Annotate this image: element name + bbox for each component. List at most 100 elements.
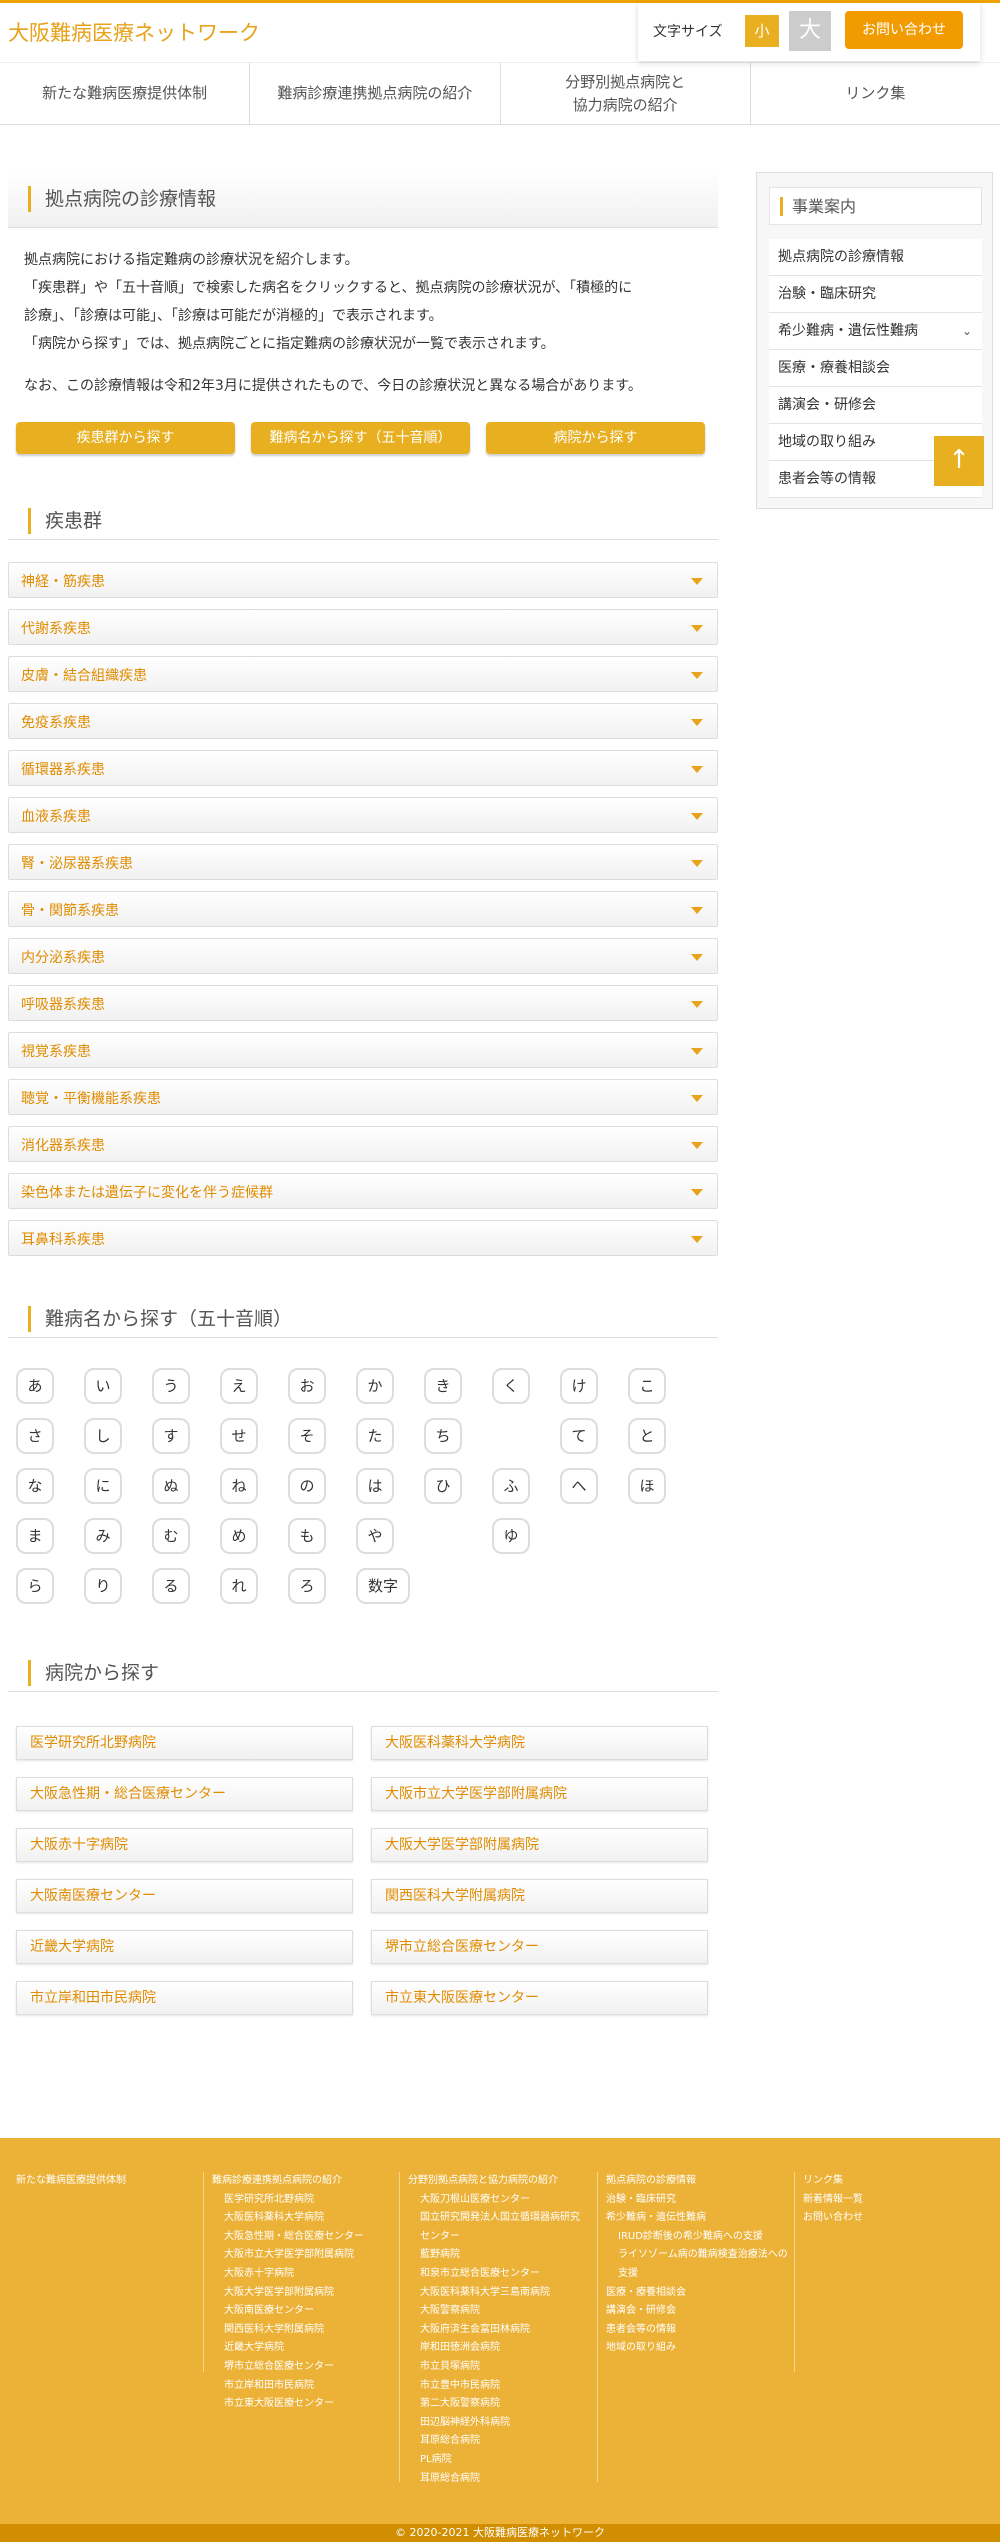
nav-item-field-hospitals[interactable]: 分野別拠点病院と 協力病院の紹介 bbox=[501, 63, 751, 124]
kana-button[interactable]: い bbox=[84, 1368, 122, 1404]
font-size-small-button[interactable]: 小 bbox=[745, 15, 779, 47]
kana-button[interactable]: く bbox=[492, 1368, 530, 1404]
kana-button[interactable]: け bbox=[560, 1368, 598, 1404]
kana-button[interactable]: ら bbox=[16, 1568, 54, 1604]
kana-button[interactable]: そ bbox=[288, 1418, 326, 1454]
hospital-link[interactable]: 近畿大学病院 bbox=[16, 1930, 353, 1964]
kana-button[interactable]: に bbox=[84, 1468, 122, 1504]
contact-button[interactable]: お問い合わせ bbox=[845, 11, 963, 49]
footer-link[interactable]: リンク集 bbox=[803, 2172, 863, 2191]
footer-link[interactable]: 市立東大阪医療センター bbox=[212, 2395, 364, 2414]
disease-group-item[interactable]: 視覚系疾患 bbox=[8, 1032, 718, 1068]
search-by-name-button[interactable]: 難病名から探す（五十音順） bbox=[251, 422, 470, 454]
footer-link[interactable]: 市立豊中市民病院 bbox=[408, 2377, 580, 2396]
footer-link[interactable]: 新たな難病医療提供体制 bbox=[16, 2172, 126, 2191]
footer-link[interactable]: 大阪医科薬科大学三島南病院 bbox=[408, 2284, 580, 2303]
footer-link[interactable]: 国立研究開発法人国立循環器病研究 bbox=[408, 2209, 580, 2228]
kana-button[interactable]: や bbox=[356, 1518, 394, 1554]
footer-link[interactable]: 大阪府済生会富田林病院 bbox=[408, 2321, 580, 2340]
footer-link[interactable]: お問い合わせ bbox=[803, 2209, 863, 2228]
hospital-link[interactable]: 市立東大阪医療センター bbox=[371, 1981, 708, 2015]
font-size-large-button[interactable]: 大 bbox=[789, 11, 831, 51]
site-logo[interactable]: 大阪難病医療ネットワーク bbox=[8, 17, 260, 47]
footer-link[interactable]: 地域の取り組み bbox=[606, 2339, 796, 2358]
kana-button[interactable]: ふ bbox=[492, 1468, 530, 1504]
kana-button[interactable]: ゆ bbox=[492, 1518, 530, 1554]
kana-button[interactable]: め bbox=[220, 1518, 258, 1554]
kana-button[interactable]: ね bbox=[220, 1468, 258, 1504]
hospital-link[interactable]: 医学研究所北野病院 bbox=[16, 1726, 353, 1760]
kana-button[interactable]: 数字 bbox=[356, 1568, 410, 1604]
kana-button[interactable]: う bbox=[152, 1368, 190, 1404]
disease-group-item[interactable]: 内分泌系疾患 bbox=[8, 938, 718, 974]
footer-link[interactable]: 治験・臨床研究 bbox=[606, 2191, 796, 2210]
footer-link[interactable]: 拠点病院の診療情報 bbox=[606, 2172, 796, 2191]
sidebar-item-clinical-info[interactable]: 拠点病院の診療情報 bbox=[769, 239, 982, 276]
kana-button[interactable]: も bbox=[288, 1518, 326, 1554]
search-by-disease-group-button[interactable]: 疾患群から探す bbox=[16, 422, 235, 454]
footer-link[interactable]: 大阪大学医学部附属病院 bbox=[212, 2284, 364, 2303]
disease-group-item[interactable]: 免疫系疾患 bbox=[8, 703, 718, 739]
sidebar-item-consultation[interactable]: 医療・療養相談会 bbox=[769, 350, 982, 387]
kana-button[interactable]: ま bbox=[16, 1518, 54, 1554]
kana-button[interactable]: な bbox=[16, 1468, 54, 1504]
hospital-link[interactable]: 大阪急性期・総合医療センター bbox=[16, 1777, 353, 1811]
kana-button[interactable]: し bbox=[84, 1418, 122, 1454]
footer-link[interactable]: IRUD診断後の希少難病への支援 bbox=[606, 2228, 796, 2247]
kana-button[interactable]: へ bbox=[560, 1468, 598, 1504]
kana-button[interactable]: て bbox=[560, 1418, 598, 1454]
hospital-link[interactable]: 大阪市立大学医学部附属病院 bbox=[371, 1777, 708, 1811]
search-by-hospital-button[interactable]: 病院から探す bbox=[486, 422, 705, 454]
footer-link[interactable]: 新着情報一覧 bbox=[803, 2191, 863, 2210]
footer-link[interactable]: 大阪市立大学医学部附属病院 bbox=[212, 2246, 364, 2265]
footer-heading-link[interactable]: 分野別拠点病院と協力病院の紹介 bbox=[408, 2172, 580, 2191]
kana-button[interactable]: お bbox=[288, 1368, 326, 1404]
kana-button[interactable]: は bbox=[356, 1468, 394, 1504]
hospital-link[interactable]: 市立岸和田市民病院 bbox=[16, 1981, 353, 2015]
disease-group-item[interactable]: 循環器系疾患 bbox=[8, 750, 718, 786]
nav-item-new-system[interactable]: 新たな難病医療提供体制 bbox=[0, 63, 251, 124]
footer-link[interactable]: 市立岸和田市民病院 bbox=[212, 2377, 364, 2396]
footer-link[interactable]: 患者会等の情報 bbox=[606, 2321, 796, 2340]
chevron-down-icon[interactable]: ⌄ bbox=[962, 313, 972, 349]
footer-link[interactable]: 大阪急性期・総合医療センター bbox=[212, 2228, 364, 2247]
disease-group-item[interactable]: 聴覚・平衡機能系疾患 bbox=[8, 1079, 718, 1115]
footer-link[interactable]: 支援 bbox=[606, 2265, 796, 2284]
footer-link[interactable]: センター bbox=[408, 2228, 580, 2247]
footer-link[interactable]: 大阪警察病院 bbox=[408, 2302, 580, 2321]
kana-button[interactable]: さ bbox=[16, 1418, 54, 1454]
disease-group-item[interactable]: 骨・関節系疾患 bbox=[8, 891, 718, 927]
kana-button[interactable]: み bbox=[84, 1518, 122, 1554]
footer-link[interactable]: 市立貝塚病院 bbox=[408, 2358, 580, 2377]
sidebar-item-trials[interactable]: 治験・臨床研究 bbox=[769, 276, 982, 313]
kana-button[interactable]: ほ bbox=[628, 1468, 666, 1504]
footer-link[interactable]: 大阪医科薬科大学病院 bbox=[212, 2209, 364, 2228]
disease-group-item[interactable]: 血液系疾患 bbox=[8, 797, 718, 833]
hospital-link[interactable]: 関西医科大学附属病院 bbox=[371, 1879, 708, 1913]
footer-link[interactable]: 耳原総合病院 bbox=[408, 2470, 580, 2489]
hospital-link[interactable]: 大阪医科薬科大学病院 bbox=[371, 1726, 708, 1760]
footer-link[interactable]: ライソゾーム病の難病検査治療法への bbox=[606, 2246, 796, 2265]
kana-button[interactable]: ひ bbox=[424, 1468, 462, 1504]
footer-link[interactable]: 医療・療養相談会 bbox=[606, 2284, 796, 2303]
disease-group-item[interactable]: 代謝系疾患 bbox=[8, 609, 718, 645]
kana-button[interactable]: か bbox=[356, 1368, 394, 1404]
kana-button[interactable]: の bbox=[288, 1468, 326, 1504]
footer-link[interactable]: 耳原総合病院 bbox=[408, 2432, 580, 2451]
disease-group-item[interactable]: 腎・泌尿器系疾患 bbox=[8, 844, 718, 880]
footer-link[interactable]: 希少難病・遺伝性難病 bbox=[606, 2209, 796, 2228]
footer-link[interactable]: 岸和田徳洲会病院 bbox=[408, 2339, 580, 2358]
footer-link[interactable]: 和泉市立総合医療センター bbox=[408, 2265, 580, 2284]
kana-button[interactable]: た bbox=[356, 1418, 394, 1454]
nav-item-base-hospitals[interactable]: 難病診療連携拠点病院の紹介 bbox=[250, 63, 501, 124]
sidebar-item-rare-disease[interactable]: 希少難病・遺伝性難病 ⌄ bbox=[769, 313, 982, 350]
footer-link[interactable]: 大阪刀根山医療センター bbox=[408, 2191, 580, 2210]
kana-button[interactable]: え bbox=[220, 1368, 258, 1404]
kana-button[interactable]: ろ bbox=[288, 1568, 326, 1604]
kana-button[interactable]: せ bbox=[220, 1418, 258, 1454]
back-to-top-icon[interactable]: ↑ bbox=[934, 436, 984, 486]
kana-button[interactable]: ち bbox=[424, 1418, 462, 1454]
hospital-link[interactable]: 大阪赤十字病院 bbox=[16, 1828, 353, 1862]
hospital-link[interactable]: 大阪大学医学部附属病院 bbox=[371, 1828, 708, 1862]
footer-heading-link[interactable]: 難病診療連携拠点病院の紹介 bbox=[212, 2172, 364, 2191]
